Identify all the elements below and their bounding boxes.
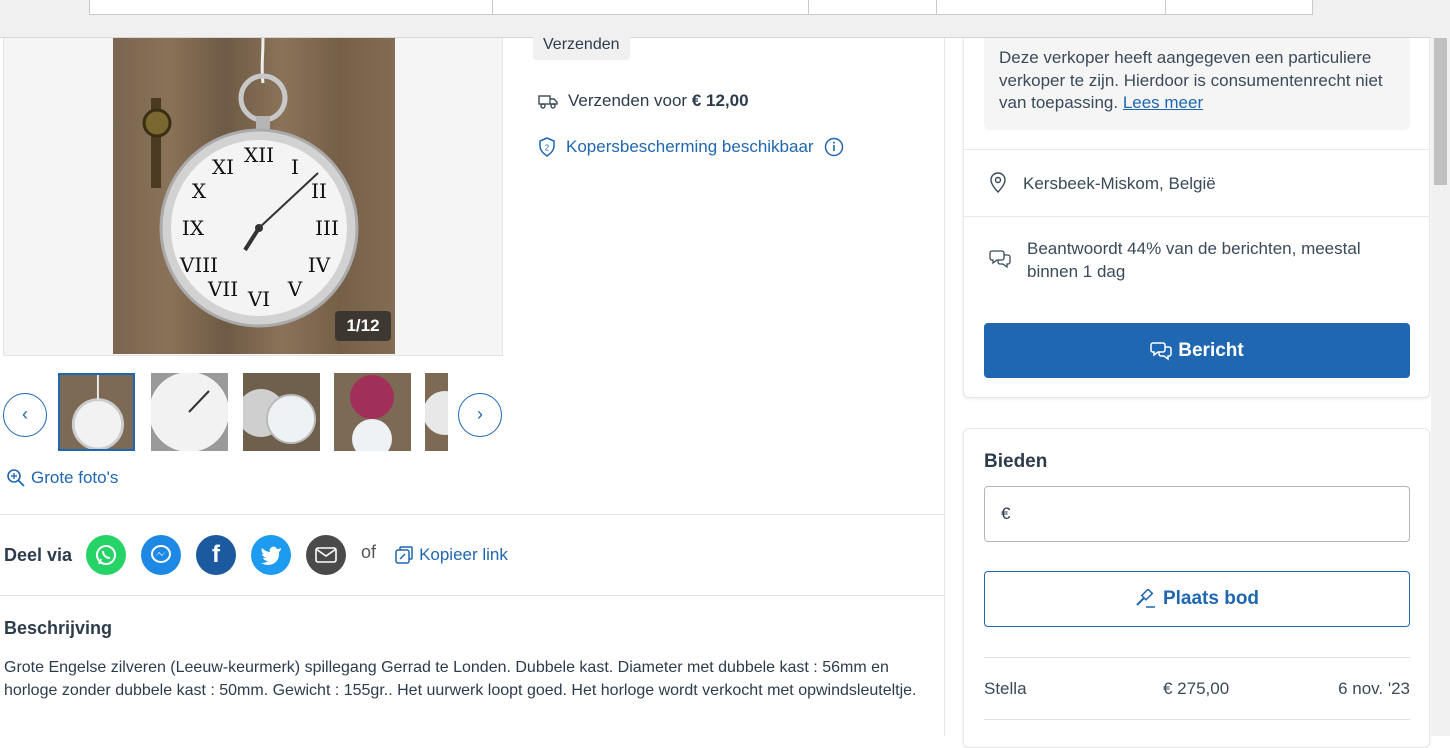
page-scrollbar[interactable] [1431,0,1450,736]
svg-text:VII: VII [207,277,238,301]
shipping-tag: Verzenden [533,32,630,60]
share-or-label: of [361,541,377,562]
thumbnail-image [60,375,133,449]
copy-link-label: Kopieer link [419,545,508,564]
info-icon[interactable] [824,137,844,157]
thumbnail-2[interactable] [151,373,228,451]
truck-icon [538,95,558,109]
zoom-in-icon [7,469,25,487]
svg-text:X: X [192,179,207,203]
bid-date: 6 nov. '23 [1338,679,1410,698]
message-button[interactable]: Bericht [984,323,1410,378]
bid-amount-field[interactable]: € [984,486,1410,542]
twitter-share-button[interactable] [251,535,292,575]
gavel-icon [1136,589,1155,608]
thumbnail-image [151,373,228,451]
search-bar[interactable] [89,0,1313,15]
search-bar-divider [1165,0,1166,15]
scrollbar-thumb[interactable] [1434,38,1447,185]
place-bid-label: Plaats bod [1162,588,1260,609]
svg-text:VI: VI [247,287,270,311]
svg-text:V: V [287,277,303,301]
facebook-share-button[interactable]: f [196,535,237,575]
svg-text:IX: IX [182,216,205,240]
whatsapp-icon [96,545,117,565]
thumbnail-strip: ‹ › [3,370,503,454]
bidding-card: Bieden € Plaats bod Stella € 275,00 6 no… [963,428,1430,748]
share-row: Deel via f of Kopieer link [4,534,508,576]
svg-text:IV: IV [308,253,331,277]
seller-card: Deze verkoper heeft aangegeven een parti… [963,38,1430,398]
main-photo[interactable]: XII III VI IX I II IV V VII VIII X XI 1/… [113,38,395,354]
twitter-icon [261,546,282,565]
thumbnail-1[interactable] [58,373,135,451]
thumbnail-5[interactable] [425,373,448,451]
thumbnail-image [243,373,320,451]
chat-bubbles-icon [989,250,1011,269]
place-bid-button[interactable]: Plaats bod [984,571,1410,627]
messenger-share-button[interactable] [141,535,182,575]
email-icon [315,547,337,563]
seller-location-row: Kersbeek-Miskom, België [964,149,1429,217]
shield-icon: 2 [539,137,555,157]
svg-text:II: II [311,179,327,203]
thumbnail-image [425,373,448,451]
shipping-price-row: Verzenden voor € 12,00 [538,91,749,111]
buyer-protection-link[interactable]: 2 Kopersbescherming beschikbaar [538,137,844,157]
copy-link-icon [395,546,413,564]
shipping-price-value: € 12,00 [691,91,749,110]
seller-location: Kersbeek-Miskom, België [1023,174,1216,193]
bid-amount-input[interactable] [1018,504,1399,524]
location-pin-icon [990,172,1006,193]
large-photos-link[interactable]: Grote foto's [6,468,118,488]
bidder-name: Stella [984,679,1027,698]
svg-text:XII: XII [244,143,274,167]
buyer-protection-label: Kopersbescherming beschikbaar [566,137,814,156]
bid-amount: € 275,00 [1163,679,1230,698]
search-bar-divider [808,0,809,15]
column-divider [944,38,945,736]
shipping-price-text: Verzenden voor € 12,00 [568,91,749,111]
svg-text:2: 2 [545,144,550,153]
thumbnail-next-button[interactable]: › [458,393,502,437]
shipping-price-prefix: Verzenden voor [568,91,692,110]
chevron-left-icon: ‹ [22,404,28,424]
description-text: Grote Engelse zilveren (Leeuw-keurmerk) … [4,659,917,699]
seller-response-rate: Beantwoordt 44% van de berichten, meesta… [1027,239,1361,281]
thumbnail-3[interactable] [243,373,320,451]
share-label: Deel via [4,544,73,565]
email-share-button[interactable] [306,535,347,575]
thumbnail-prev-button[interactable]: ‹ [3,393,47,437]
photo-counter: 1/12 [335,311,391,341]
currency-symbol: € [1001,504,1011,523]
svg-text:VIII: VIII [179,253,218,277]
private-seller-notice: Deze verkoper heeft aangegeven een parti… [984,38,1410,130]
top-bar [0,0,1450,38]
large-photos-label: Grote foto's [31,468,119,487]
facebook-icon: f [212,541,221,568]
messenger-icon [151,545,172,563]
svg-text:III: III [315,216,339,240]
copy-link-button[interactable]: Kopieer link [394,545,508,565]
svg-text:I: I [291,155,299,179]
bid-row: Stella € 275,00 6 nov. '23 [984,657,1410,720]
thumbnail-4[interactable] [334,373,411,451]
search-bar-divider [492,0,493,15]
chevron-right-icon: › [477,404,483,424]
read-more-link[interactable]: Lees meer [1123,93,1203,112]
search-bar-divider [936,0,937,15]
divider [0,514,944,515]
chat-bubbles-icon [1150,341,1173,360]
divider [0,595,944,596]
message-button-label: Bericht [1178,339,1244,361]
thumbnail-image [334,373,411,451]
gallery-main[interactable]: XII III VI IX I II IV V VII VIII X XI 1/… [3,38,503,356]
whatsapp-share-button[interactable] [86,535,127,575]
pocket-watch-image: XII III VI IX I II IV V VII VIII X XI [142,38,359,328]
seller-response-row: Beantwoordt 44% van de berichten, meesta… [964,216,1429,303]
svg-text:XI: XI [212,155,234,179]
description-heading: Beschrijving [4,618,113,638]
bidding-heading: Bieden [984,451,1048,472]
